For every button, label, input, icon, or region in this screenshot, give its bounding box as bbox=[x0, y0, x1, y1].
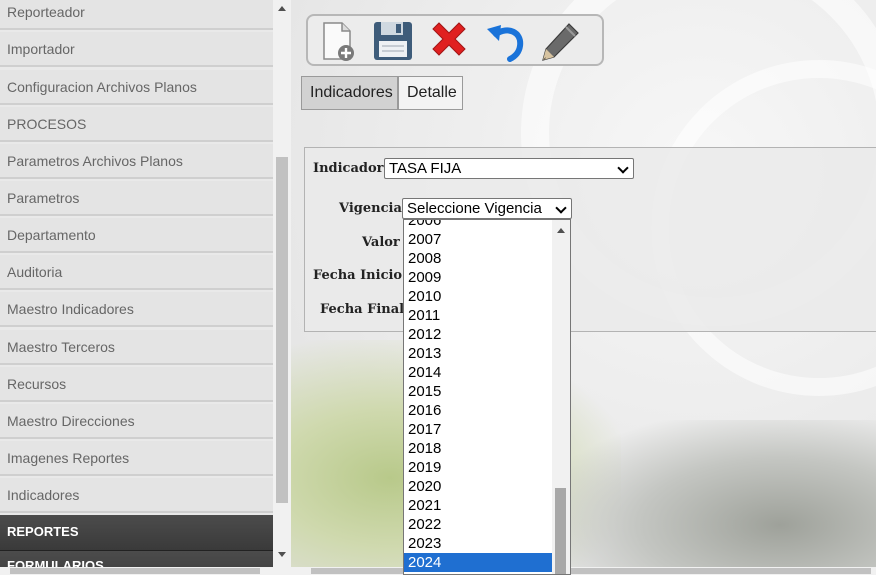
vigencia-option-2015[interactable]: 2015 bbox=[404, 382, 552, 401]
vigencia-option-2011[interactable]: 2011 bbox=[404, 306, 552, 325]
sidebar-item-maestro-indicadores[interactable]: Maestro Indicadores bbox=[0, 292, 273, 327]
sidebar-item-maestro-direcciones[interactable]: Maestro Direcciones bbox=[0, 404, 273, 439]
sidebar-horizontal-scrollbar[interactable] bbox=[0, 567, 291, 575]
scroll-up-arrow-icon[interactable] bbox=[278, 6, 286, 11]
save-floppy-icon[interactable] bbox=[370, 20, 416, 62]
sidebar-item-configuracion-archivos-planos[interactable]: Configuracion Archivos Planos bbox=[0, 70, 273, 105]
fecha-final-label: Fecha Final bbox=[320, 302, 405, 317]
sidebar-item-parametros[interactable]: Parametros bbox=[0, 181, 273, 216]
vigencia-option-2022[interactable]: 2022 bbox=[404, 515, 552, 534]
vigencia-option-2014[interactable]: 2014 bbox=[404, 363, 552, 382]
vigencia-option-2017[interactable]: 2017 bbox=[404, 420, 552, 439]
vigencia-option-2024[interactable]: 2024 bbox=[404, 553, 552, 572]
vigencia-option-2010[interactable]: 2010 bbox=[404, 287, 552, 306]
sidebar-scrollbar-thumb[interactable] bbox=[276, 157, 288, 503]
main-horizontal-scrollbar[interactable] bbox=[291, 567, 876, 575]
vigencia-option-2007[interactable]: 2007 bbox=[404, 230, 552, 249]
indicador-label: Indicador bbox=[313, 161, 384, 176]
chevron-down-icon bbox=[555, 202, 567, 214]
vigencia-select[interactable]: Seleccione Vigencia bbox=[402, 198, 572, 219]
vigencia-option-2016[interactable]: 2016 bbox=[404, 401, 552, 420]
vigencia-option-2008[interactable]: 2008 bbox=[404, 249, 552, 268]
sidebar-menu: Reporteador Importador Configuracion Arc… bbox=[0, 0, 273, 567]
vigencia-dropdown-list[interactable]: 2006 2007 2008 2009 2010 2011 2012 2013 2014 2015… bbox=[403, 219, 571, 575]
vigencia-option-2009[interactable]: 2009 bbox=[404, 268, 552, 287]
dropdown-scrollbar-thumb[interactable] bbox=[555, 488, 566, 574]
sidebar-item-reporteador[interactable]: Reporteador bbox=[0, 0, 273, 30]
fecha-inicio-label: Fecha Inicio bbox=[313, 268, 403, 283]
vigencia-option-2019[interactable]: 2019 bbox=[404, 458, 552, 477]
vigencia-option-2013[interactable]: 2013 bbox=[404, 344, 552, 363]
edit-pencil-icon[interactable] bbox=[538, 20, 584, 62]
new-document-icon[interactable] bbox=[314, 20, 360, 62]
indicador-select[interactable]: TASA FIJA bbox=[384, 158, 634, 179]
vigencia-option-2021[interactable]: 2021 bbox=[404, 496, 552, 515]
sidebar-item-indicadores[interactable]: Indicadores bbox=[0, 478, 273, 513]
sidebar-horizontal-scrollbar-thumb[interactable] bbox=[10, 568, 260, 574]
tab-indicadores[interactable]: Indicadores bbox=[301, 76, 398, 110]
vigencia-option-2018[interactable]: 2018 bbox=[404, 439, 552, 458]
sidebar-section-reportes[interactable]: REPORTES bbox=[0, 515, 273, 551]
scroll-up-arrow-icon[interactable] bbox=[557, 228, 565, 233]
sidebar-item-recursos[interactable]: Recursos bbox=[0, 367, 273, 402]
valor-label: Valor bbox=[362, 235, 400, 250]
tab-detalle[interactable]: Detalle bbox=[398, 76, 463, 110]
vigencia-options: 2006 2007 2008 2009 2010 2011 2012 2013 2014 2015… bbox=[404, 220, 552, 572]
sidebar-item-departamento[interactable]: Departamento bbox=[0, 218, 273, 253]
chevron-down-icon bbox=[617, 162, 629, 174]
toolbar bbox=[306, 14, 604, 66]
sidebar-scrollbar[interactable] bbox=[273, 0, 291, 567]
delete-x-icon[interactable] bbox=[426, 20, 472, 62]
sidebar-item-parametros-archivos-planos[interactable]: Parametros Archivos Planos bbox=[0, 144, 273, 179]
vigencia-option-2006[interactable]: 2006 bbox=[404, 220, 552, 230]
vigencia-option-2020[interactable]: 2020 bbox=[404, 477, 552, 496]
sidebar-item-maestro-terceros[interactable]: Maestro Terceros bbox=[0, 330, 273, 365]
sidebar-item-procesos[interactable]: PROCESOS bbox=[0, 107, 273, 142]
background-decoration bbox=[556, 420, 876, 567]
form-panel: Indicador TASA FIJA Vigencia Seleccione … bbox=[304, 147, 876, 332]
sidebar-item-auditoria[interactable]: Auditoria bbox=[0, 255, 273, 290]
vigencia-label: Vigencia bbox=[339, 201, 402, 216]
undo-arrow-icon[interactable] bbox=[482, 20, 528, 62]
vigencia-select-value: Seleccione Vigencia bbox=[407, 200, 542, 217]
sidebar-section-formularios[interactable]: FORMULARIOS bbox=[0, 551, 273, 567]
sidebar-item-importador[interactable]: Importador bbox=[0, 32, 273, 67]
main-horizontal-scrollbar-thumb[interactable] bbox=[311, 568, 871, 574]
vigencia-option-2023[interactable]: 2023 bbox=[404, 534, 552, 553]
main-content: Indicadores Detalle Indicador TASA FIJA … bbox=[291, 0, 876, 567]
scroll-down-arrow-icon[interactable] bbox=[278, 552, 286, 557]
dropdown-scrollbar[interactable] bbox=[552, 220, 570, 574]
vigencia-option-2012[interactable]: 2012 bbox=[404, 325, 552, 344]
indicador-select-value: TASA FIJA bbox=[389, 160, 462, 177]
sidebar-item-imagenes-reportes[interactable]: Imagenes Reportes bbox=[0, 441, 273, 476]
